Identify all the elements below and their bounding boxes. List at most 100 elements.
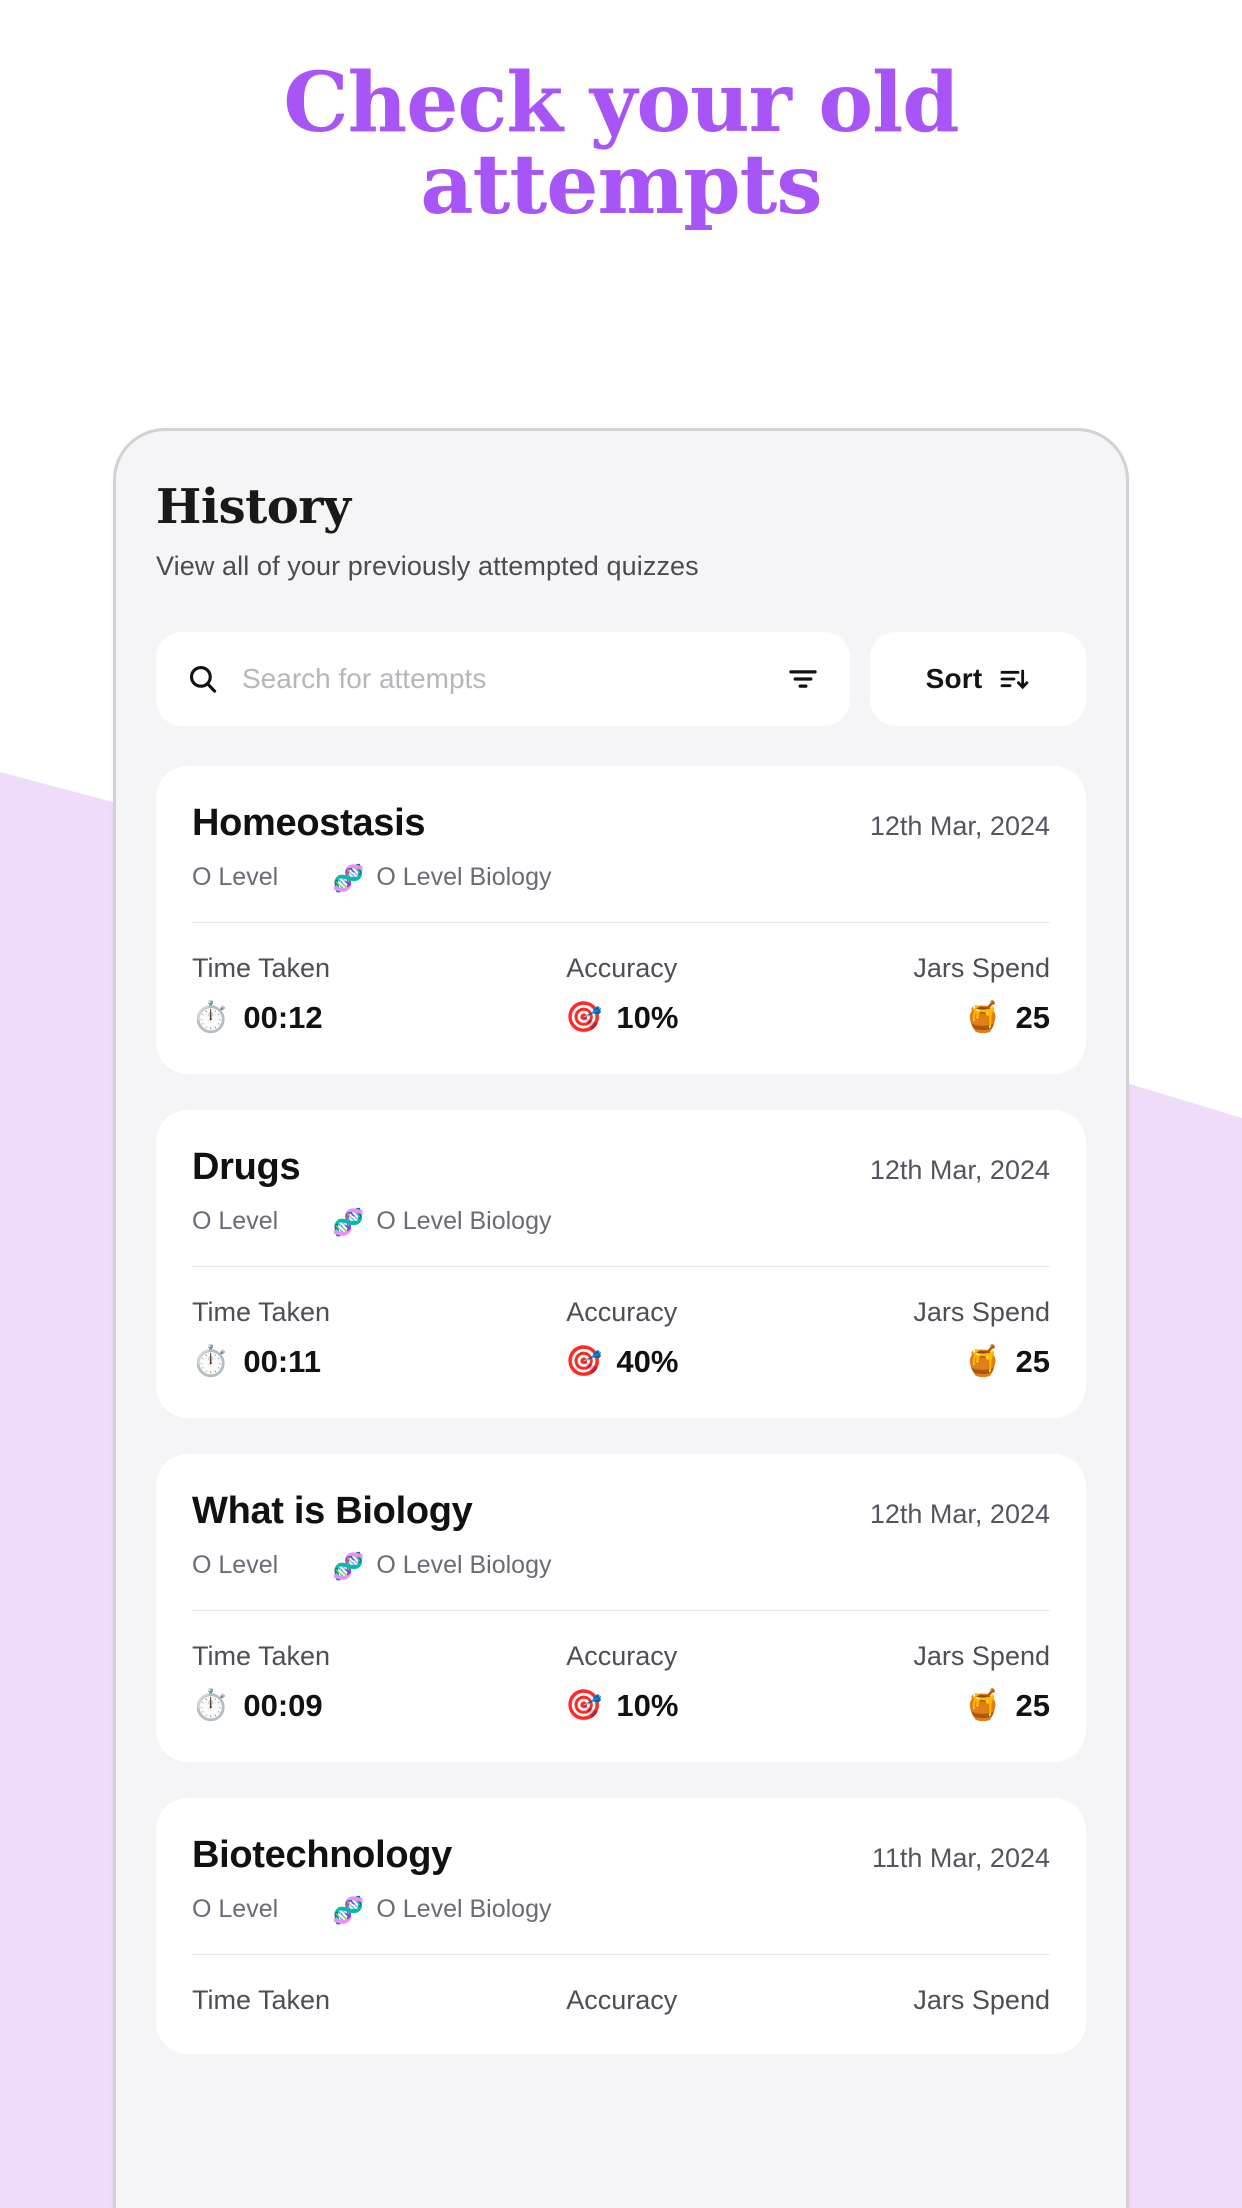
attempt-title: Homeostasis [192, 802, 426, 844]
attempt-title: What is Biology [192, 1490, 473, 1532]
stat-value: 00:11 [243, 1344, 321, 1379]
attempt-level: O Level [192, 863, 279, 891]
target-icon: 🎯 [565, 1689, 603, 1722]
stat-label: Jars Spend [913, 1641, 1050, 1671]
stat-label: Jars Spend [913, 1297, 1050, 1327]
stat-jars-spend: Jars Spend 🍯 25 [913, 1641, 1050, 1724]
attempt-meta: O Level 🧬 O Level Biology [192, 1551, 1050, 1580]
search-input[interactable] [242, 663, 758, 695]
attempt-stats: Time Taken Accuracy Jars Spend [192, 1985, 1050, 2016]
stat-time-taken: Time Taken ⏱️ 00:12 [192, 953, 330, 1036]
attempt-card-list: Homeostasis 12th Mar, 2024 O Level 🧬 O L… [156, 766, 1086, 2054]
attempt-meta: O Level 🧬 O Level Biology [192, 1207, 1050, 1236]
page-title: Check your old attempts [283, 55, 959, 233]
dna-icon: 🧬 [332, 1550, 365, 1581]
attempt-subject-wrap: 🧬 O Level Biology [332, 1895, 551, 1924]
attempt-date: 12th Mar, 2024 [869, 1499, 1050, 1529]
card-divider [192, 922, 1050, 923]
stat-accuracy: Accuracy 🎯 10% [565, 1641, 678, 1724]
screen-subtitle: View all of your previously attempted qu… [156, 551, 699, 581]
stat-jars-spend: Jars Spend 🍯 25 [913, 953, 1050, 1036]
stat-label: Accuracy [566, 1985, 678, 2015]
attempt-date: 12th Mar, 2024 [869, 1155, 1050, 1185]
attempt-date: 11th Mar, 2024 [871, 1843, 1050, 1873]
honey-pot-icon: 🍯 [964, 1689, 1002, 1722]
stat-value: 25 [1015, 1688, 1050, 1723]
hero-heading: Check your old attempts [0, 62, 1242, 226]
attempt-level: O Level [192, 1551, 279, 1579]
search-row: Sort [156, 632, 1086, 726]
attempt-subject-wrap: 🧬 O Level Biology [332, 1207, 551, 1236]
attempt-subject: O Level Biology [376, 863, 552, 891]
search-icon [186, 662, 220, 696]
attempt-subject: O Level Biology [376, 1895, 552, 1923]
stat-label: Accuracy [566, 1641, 678, 1671]
attempt-level: O Level [192, 1895, 279, 1923]
phone-mockup: History View all of your previously atte… [113, 428, 1129, 2208]
stat-jars-spend: Jars Spend [913, 1985, 1050, 2016]
attempt-card[interactable]: Biotechnology 11th Mar, 2024 O Level 🧬 O… [156, 1798, 1086, 2054]
stat-label: Accuracy [566, 1297, 678, 1327]
screen-title: History [156, 479, 351, 535]
attempt-subject-wrap: 🧬 O Level Biology [332, 1551, 551, 1580]
target-icon: 🎯 [565, 1345, 603, 1378]
stat-value: 10% [616, 1688, 679, 1723]
card-divider [192, 1954, 1050, 1955]
dna-icon: 🧬 [332, 1894, 365, 1925]
stat-time-taken: Time Taken ⏱️ 00:11 [192, 1297, 330, 1380]
attempt-card-header: Homeostasis 12th Mar, 2024 [192, 802, 1050, 845]
attempt-stats: Time Taken ⏱️ 00:11 Accuracy 🎯 40% Jars … [192, 1297, 1050, 1380]
attempt-card[interactable]: Homeostasis 12th Mar, 2024 O Level 🧬 O L… [156, 766, 1086, 1074]
stat-value-wrap: ⏱️ 00:09 [192, 1688, 330, 1724]
stat-label: Jars Spend [913, 953, 1050, 983]
attempt-meta: O Level 🧬 O Level Biology [192, 1895, 1050, 1924]
sort-button[interactable]: Sort [870, 632, 1086, 726]
dna-icon: 🧬 [332, 1206, 365, 1237]
stopwatch-icon: ⏱️ [192, 1001, 230, 1034]
stat-value-wrap: 🍯 25 [964, 1000, 1050, 1036]
stat-value: 00:09 [243, 1688, 323, 1723]
stat-value-wrap: 🍯 25 [964, 1344, 1050, 1380]
honey-pot-icon: 🍯 [964, 1345, 1002, 1378]
stat-label: Accuracy [566, 953, 678, 983]
stat-label: Time Taken [192, 1641, 331, 1671]
card-divider [192, 1266, 1050, 1267]
target-icon: 🎯 [565, 1001, 603, 1034]
search-box[interactable] [156, 632, 850, 726]
attempt-meta: O Level 🧬 O Level Biology [192, 863, 1050, 892]
stat-value: 40% [616, 1344, 679, 1379]
attempt-subject: O Level Biology [376, 1207, 552, 1235]
attempt-title: Drugs [192, 1146, 301, 1188]
stat-label: Time Taken [192, 1297, 331, 1327]
stat-value-wrap: ⏱️ 00:12 [192, 1000, 330, 1036]
stat-value-wrap: 🎯 10% [565, 1000, 678, 1036]
attempt-title: Biotechnology [192, 1834, 452, 1876]
filter-icon[interactable] [780, 662, 820, 696]
attempt-subject: O Level Biology [376, 1551, 552, 1579]
stat-value: 10% [616, 1000, 679, 1035]
stat-accuracy: Accuracy [566, 1985, 677, 2016]
stat-value-wrap: 🎯 40% [565, 1344, 678, 1380]
stat-accuracy: Accuracy 🎯 10% [565, 953, 678, 1036]
attempt-level: O Level [192, 1207, 279, 1235]
attempt-card-header: What is Biology 12th Mar, 2024 [192, 1490, 1050, 1533]
attempt-card[interactable]: Drugs 12th Mar, 2024 O Level 🧬 O Level B… [156, 1110, 1086, 1418]
stat-time-taken: Time Taken ⏱️ 00:09 [192, 1641, 330, 1724]
attempt-date: 12th Mar, 2024 [869, 811, 1050, 841]
stopwatch-icon: ⏱️ [192, 1345, 230, 1378]
stat-value: 25 [1015, 1000, 1050, 1035]
stat-jars-spend: Jars Spend 🍯 25 [913, 1297, 1050, 1380]
attempt-card[interactable]: What is Biology 12th Mar, 2024 O Level 🧬… [156, 1454, 1086, 1762]
stat-label: Time Taken [192, 953, 331, 983]
stat-value: 00:12 [243, 1000, 323, 1035]
stat-accuracy: Accuracy 🎯 40% [565, 1297, 678, 1380]
sort-descending-icon [998, 663, 1030, 695]
dna-icon: 🧬 [332, 862, 365, 893]
stat-value-wrap: 🎯 10% [565, 1688, 678, 1724]
stat-value-wrap: 🍯 25 [964, 1688, 1050, 1724]
honey-pot-icon: 🍯 [964, 1001, 1002, 1034]
stat-value: 25 [1015, 1344, 1050, 1379]
right-purple-shape [1110, 1078, 1242, 2208]
attempt-card-header: Biotechnology 11th Mar, 2024 [192, 1834, 1050, 1877]
attempt-stats: Time Taken ⏱️ 00:09 Accuracy 🎯 10% Jars … [192, 1641, 1050, 1724]
